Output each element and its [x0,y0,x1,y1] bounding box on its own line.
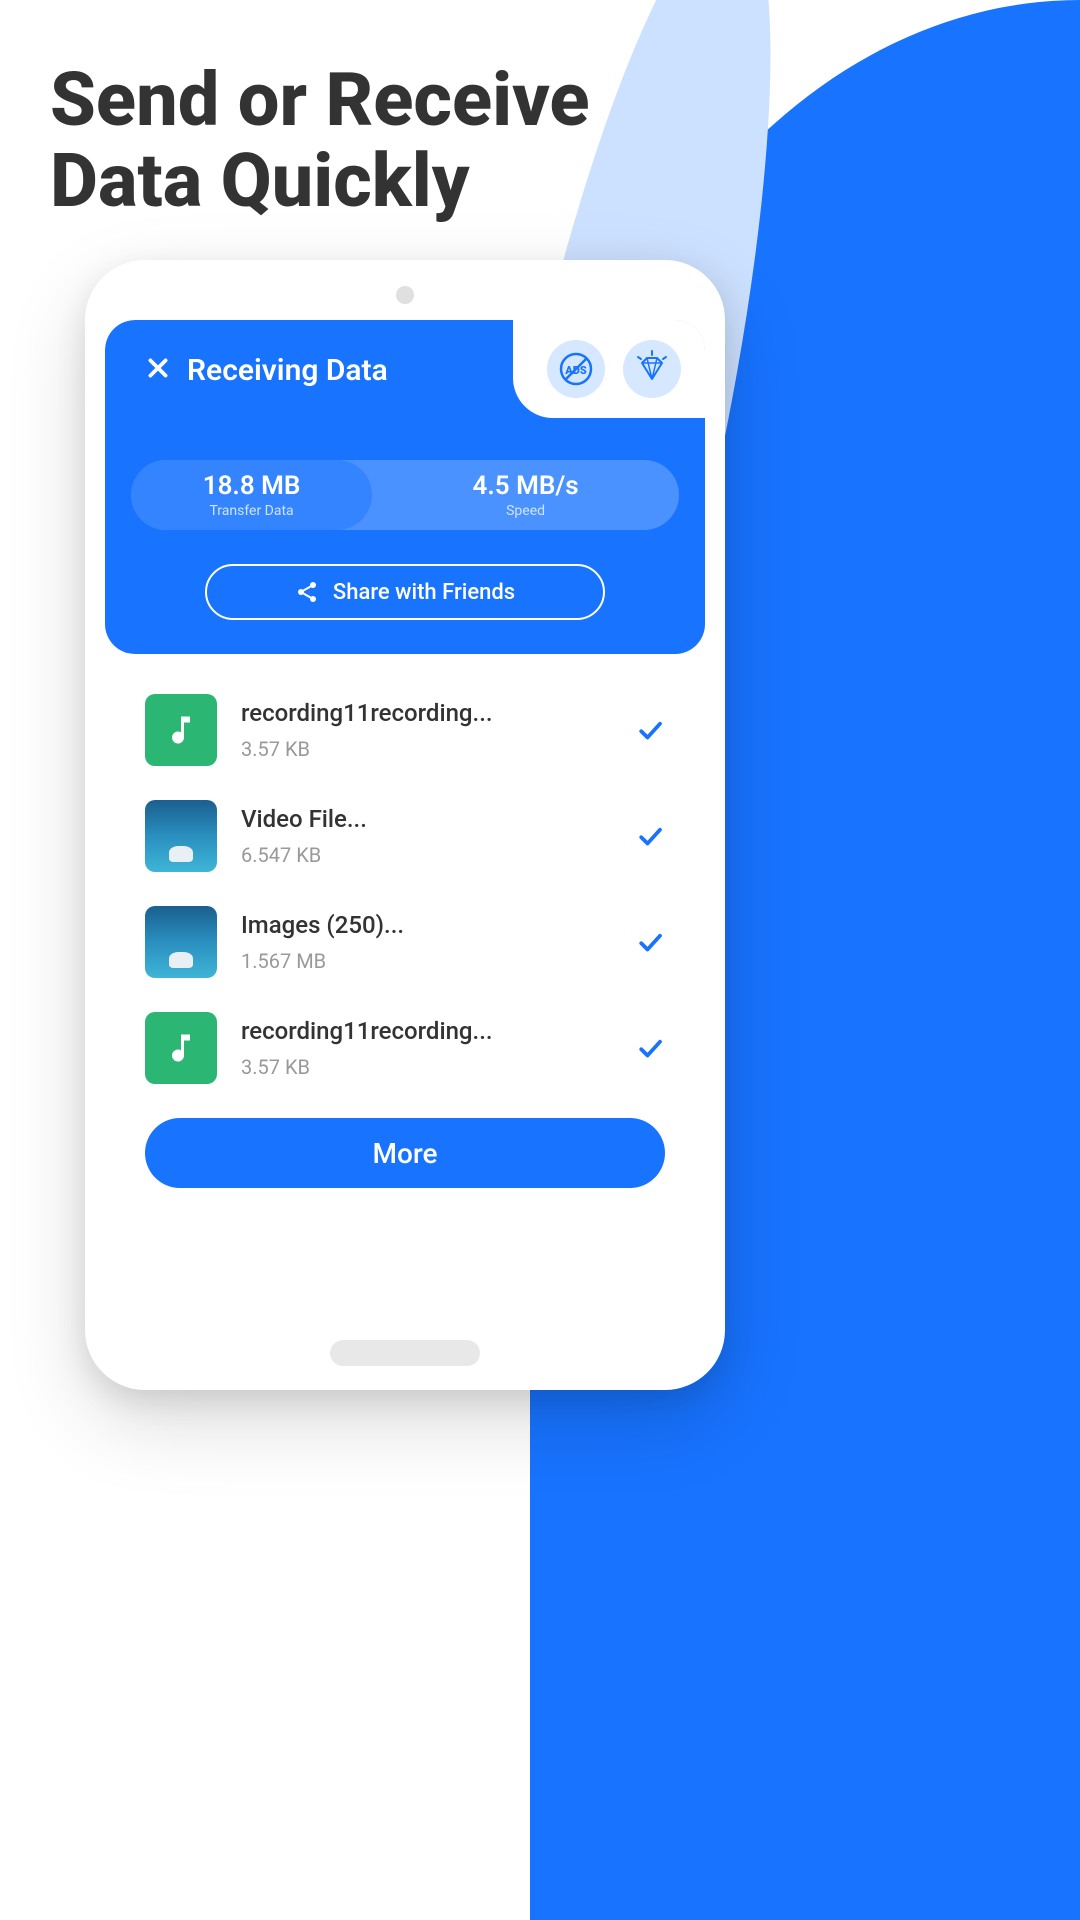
transfer-label: Transfer Data [209,503,293,519]
share-icon [295,580,319,604]
phone-camera-dot [396,286,414,304]
speed-stat: 4.5 MB/s Speed [372,471,679,519]
image-file-thumbnail [145,906,217,978]
file-size: 6.547 KB [241,843,611,867]
checkmark-icon [635,715,665,745]
phone-home-indicator [330,1340,480,1366]
audio-file-icon [145,1012,217,1084]
headline-line-2: Data Quickly [50,141,590,222]
file-info: Images (250)... 1.567 MB [241,911,611,973]
page-title: Receiving Data [187,353,388,388]
list-item[interactable]: recording11recording... 3.57 KB [145,1012,665,1084]
transfer-stats: 18.8 MB Transfer Data 4.5 MB/s Speed [131,460,679,530]
headline-line-1: Send or Receive [50,60,590,141]
premium-diamond-badge[interactable] [623,340,681,398]
file-name: recording11recording... [241,1017,611,1045]
file-name: recording11recording... [241,699,611,727]
close-icon[interactable] [145,354,171,386]
file-list: recording11recording... 3.57 KB Video Fi… [105,654,705,1084]
list-item[interactable]: recording11recording... 3.57 KB [145,694,665,766]
share-with-friends-button[interactable]: Share with Friends [205,564,605,620]
title-row: Receiving Data [105,353,388,388]
file-name: Video File... [241,805,611,833]
speed-label: Speed [506,503,545,519]
file-size: 3.57 KB [241,737,611,761]
more-button[interactable]: More [145,1118,665,1188]
video-file-thumbnail [145,800,217,872]
transfer-data-stat: 18.8 MB Transfer Data [131,460,372,530]
transfer-value: 18.8 MB [203,471,301,501]
file-size: 1.567 MB [241,949,611,973]
speed-value: 4.5 MB/s [473,471,579,501]
list-item[interactable]: Images (250)... 1.567 MB [145,906,665,978]
share-button-label: Share with Friends [333,580,515,605]
more-button-label: More [372,1137,437,1170]
file-info: Video File... 6.547 KB [241,805,611,867]
file-info: recording11recording... 3.57 KB [241,1017,611,1079]
diamond-icon [632,349,672,389]
headline: Send or Receive Data Quickly [50,60,590,223]
list-item[interactable]: Video File... 6.547 KB [145,800,665,872]
checkmark-icon [635,1033,665,1063]
header-top-row: Receiving Data ADS [105,320,705,420]
audio-file-icon [145,694,217,766]
no-ads-badge[interactable]: ADS [547,340,605,398]
header-badges: ADS [513,320,705,418]
app-screen: Receiving Data ADS [105,320,705,1320]
checkmark-icon [635,927,665,957]
file-size: 3.57 KB [241,1055,611,1079]
file-name: Images (250)... [241,911,611,939]
phone-frame: Receiving Data ADS [85,260,725,1390]
checkmark-icon [635,821,665,851]
file-info: recording11recording... 3.57 KB [241,699,611,761]
header-card: Receiving Data ADS [105,320,705,654]
